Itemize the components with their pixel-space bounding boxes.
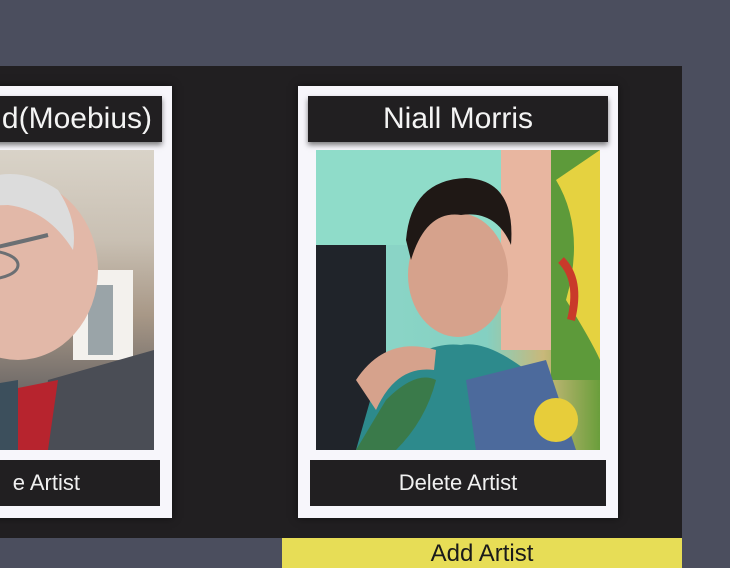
artist-portrait-illustration [0, 174, 154, 450]
artist-name: ud(Moebius) [0, 96, 162, 142]
artist-photo [0, 150, 154, 450]
delete-artist-button[interactable]: Delete Artist [310, 460, 606, 506]
artist-portrait-illustration [316, 150, 600, 450]
add-artist-button[interactable]: Add Artist [282, 538, 682, 568]
artist-photo [316, 150, 600, 450]
artist-card: ud(Moebius) e Artist [0, 86, 172, 518]
artist-card: Niall Morris Delete Artist [298, 86, 618, 518]
artist-name: Niall Morris [308, 96, 608, 142]
delete-artist-button[interactable]: e Artist [0, 460, 160, 506]
